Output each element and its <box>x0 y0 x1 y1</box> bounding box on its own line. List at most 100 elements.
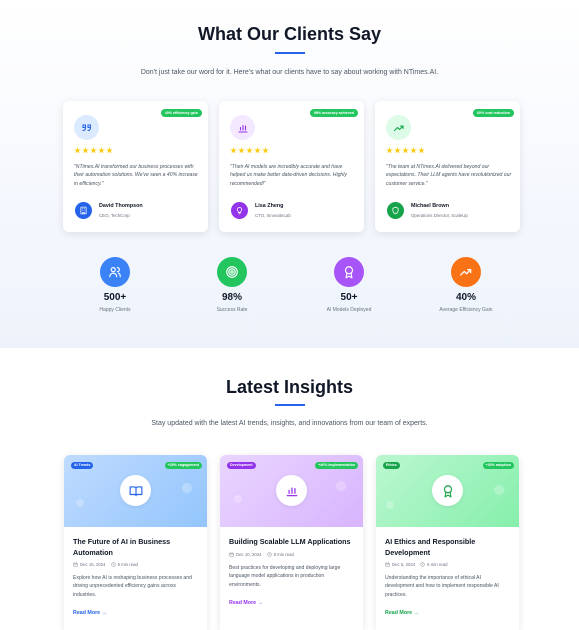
testimonial-card: 98% accuracy achieved "Their AI models a… <box>219 101 364 232</box>
arrow-right-icon: → <box>413 610 419 616</box>
result-badge: 60% cost reduction <box>473 109 514 117</box>
read-time: 8 min read <box>273 552 294 557</box>
stat-label: Average Efficiency Gain <box>439 307 493 313</box>
star-icon <box>254 147 261 154</box>
testimonial-quote: "Their AI models are incredibly accurate… <box>230 164 347 187</box>
blog-meta: Dec 15, 2024 5 min read <box>73 562 138 567</box>
rating-stars <box>74 147 113 154</box>
users-icon <box>100 257 130 287</box>
lightbulb-icon <box>231 202 248 219</box>
insights-subtitle: Stay updated with the latest AI trends, … <box>151 420 428 427</box>
metric-badge: +25% engagement <box>164 462 202 469</box>
blog-title[interactable]: The Future of AI in Business Automation <box>73 537 201 558</box>
blog-excerpt: Understanding the importance of ethical … <box>385 575 499 598</box>
shield-icon <box>387 202 404 219</box>
testimonial-card: 40% efficiency gain "NTimes.AI transform… <box>63 101 208 232</box>
blog-card[interactable]: AI Trends +25% engagement The Future of … <box>64 455 207 630</box>
client-name: David Thompson <box>99 203 143 209</box>
arrow-right-icon: → <box>257 600 263 606</box>
stat-label: AI Models Deployed <box>326 307 372 313</box>
blog-title[interactable]: AI Ethics and Responsible Development <box>385 537 513 558</box>
decor-dot <box>336 481 346 491</box>
metric-badge: +40% implementation <box>315 462 358 469</box>
read-more-label: Read More <box>73 610 101 616</box>
target-icon <box>217 257 247 287</box>
stat-label: Success Rate <box>216 307 248 313</box>
quote-icon <box>74 115 99 140</box>
blog-card[interactable]: Ethics +30% adoption AI Ethics and Respo… <box>376 455 519 630</box>
read-time: 5 min read <box>117 562 138 567</box>
calendar-icon <box>229 552 234 557</box>
blog-date: Dec 5, 2024 <box>392 562 416 567</box>
rating-stars <box>386 147 425 154</box>
star-icon <box>82 147 89 154</box>
blog-card[interactable]: Development +40% implementation Building… <box>220 455 363 630</box>
read-more-link[interactable]: Read More → <box>73 610 107 616</box>
testimonials-title: What Our Clients Say <box>197 24 382 44</box>
read-more-label: Read More <box>385 610 413 616</box>
testimonial-quote: "The team at NTimes.AI delivered beyond … <box>386 164 512 187</box>
category-tag: AI Trends <box>71 462 94 469</box>
star-icon <box>90 147 97 154</box>
trending-up-icon <box>386 115 411 140</box>
star-icon <box>74 147 81 154</box>
read-more-link[interactable]: Read More → <box>229 600 263 606</box>
star-icon <box>410 147 417 154</box>
read-more-link[interactable]: Read More → <box>385 610 419 616</box>
stat-models-deployed: 50+ AI Models Deployed <box>299 257 399 313</box>
stat-value: 50+ <box>340 292 358 303</box>
metric-badge: +30% adoption <box>482 462 514 469</box>
calendar-icon <box>73 562 78 567</box>
client-role: CTO, InnovateLab <box>255 213 291 218</box>
stat-efficiency-gain: 40% Average Efficiency Gain <box>416 257 516 313</box>
client-name: Lisa Zheng <box>255 203 284 209</box>
category-tag: Development <box>227 462 256 469</box>
result-badge: 40% efficiency gain <box>160 109 202 117</box>
star-icon <box>238 147 245 154</box>
award-icon <box>432 475 463 506</box>
star-icon <box>402 147 409 154</box>
stat-happy-clients: 500+ Happy Clients <box>65 257 165 313</box>
blog-meta: Dec 5, 2024 6 min read <box>385 562 447 567</box>
stat-success-rate: 98% Success Rate <box>182 257 282 313</box>
stat-value: 40% <box>455 292 476 303</box>
blog-meta: Dec 10, 2024 8 min read <box>229 552 294 557</box>
blog-excerpt: Best practices for developing and deploy… <box>229 565 341 588</box>
read-more-label: Read More <box>229 600 257 606</box>
decor-dot <box>182 483 192 493</box>
rating-stars <box>230 147 269 154</box>
read-time: 6 min read <box>427 562 448 567</box>
award-icon <box>334 257 364 287</box>
blog-excerpt: Explore how AI is reshaping business pro… <box>73 575 192 598</box>
client-role: Operations Director, ScaleUp <box>411 213 468 218</box>
star-icon <box>230 147 237 154</box>
building-icon <box>75 202 92 219</box>
stat-value: 98% <box>221 292 242 303</box>
clock-icon <box>110 562 116 567</box>
star-icon <box>262 147 269 154</box>
star-icon <box>394 147 401 154</box>
clock-icon <box>266 552 272 557</box>
trending-up-icon <box>451 257 481 287</box>
star-icon <box>418 147 425 154</box>
blog-title[interactable]: Building Scalable LLM Applications <box>229 537 357 548</box>
client-name: Michael Brown <box>411 203 450 209</box>
testimonial-quote: "NTimes.AI transformed our business proc… <box>74 164 198 187</box>
bar-chart-icon <box>276 475 307 506</box>
blog-date: Dec 10, 2024 <box>236 552 262 557</box>
bar-chart-icon <box>230 115 255 140</box>
title-underline <box>275 52 305 54</box>
decor-dot <box>234 495 242 503</box>
stat-value: 500+ <box>103 292 127 303</box>
star-icon <box>106 147 113 154</box>
calendar-icon <box>385 562 390 567</box>
arrow-right-icon: → <box>101 610 107 616</box>
testimonial-card: 60% cost reduction "The team at NTimes.A… <box>375 101 520 232</box>
book-icon <box>120 475 151 506</box>
category-tag: Ethics <box>383 462 400 469</box>
client-role: CEO, TechCorp <box>99 213 130 218</box>
decor-dot <box>76 499 84 507</box>
decor-dot <box>494 485 504 495</box>
decor-dot <box>386 501 394 509</box>
stat-label: Happy Clients <box>99 307 131 313</box>
